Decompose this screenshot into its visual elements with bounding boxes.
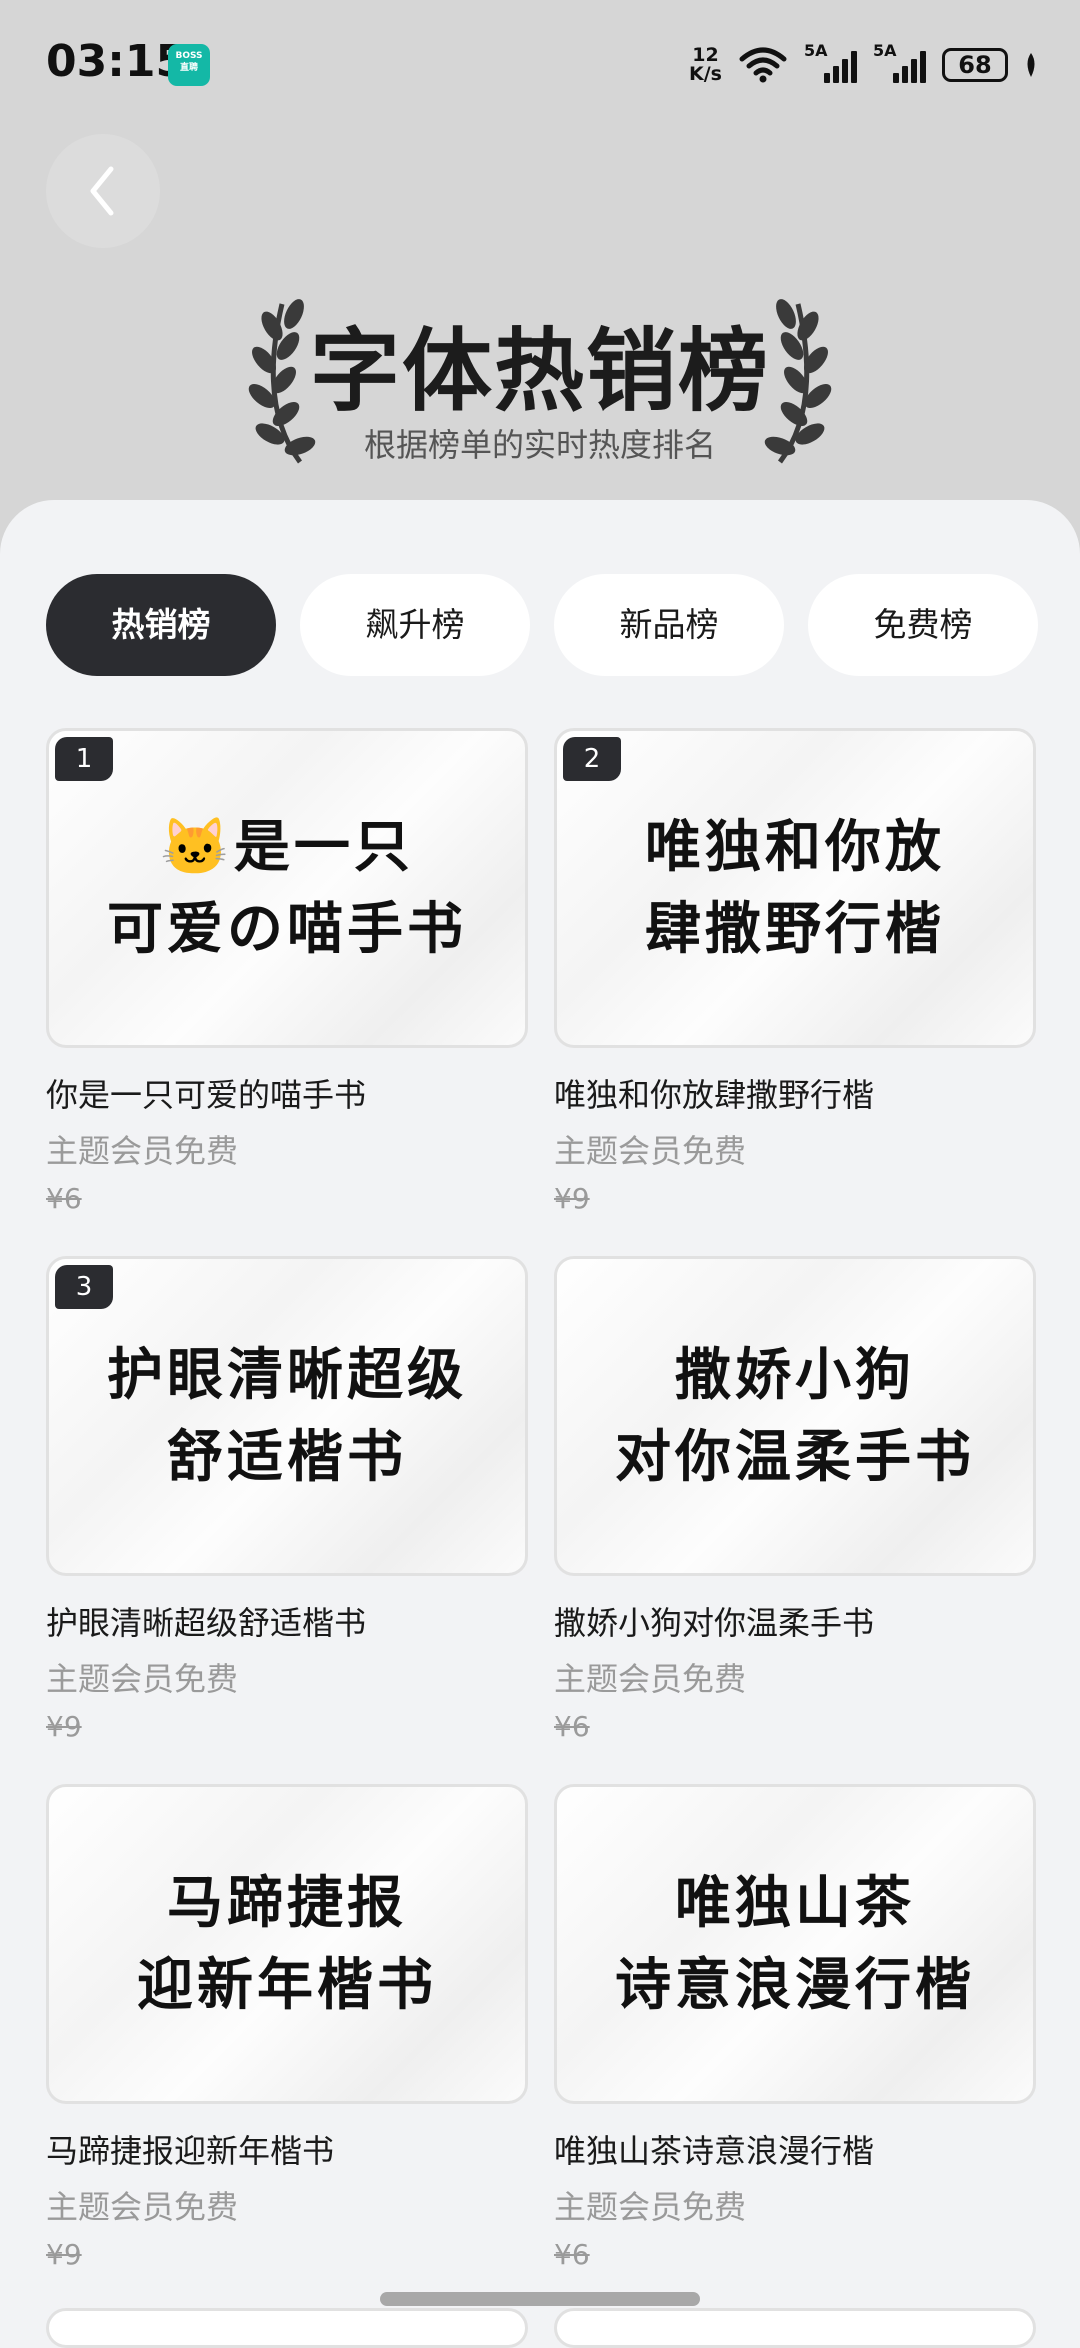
member-free-label: 主题会员免费 xyxy=(46,1660,239,1698)
font-title: 唯独山茶诗意浪漫行楷 xyxy=(554,2132,875,2170)
status-time: 03:15 xyxy=(46,36,187,87)
font-card[interactable]: 马蹄捷报 迎新年楷书 马蹄捷报迎新年楷书 主题会员免费 ¥9 xyxy=(46,1784,528,2312)
battery-icon: 68 xyxy=(942,48,1008,82)
font-preview-text: 马蹄捷报 迎新年楷书 xyxy=(137,1870,437,2018)
font-card[interactable]: 3 护眼清晰超级 舒适楷书 护眼清晰超级舒适楷书 主题会员免费 ¥9 xyxy=(46,1256,528,1784)
sim1-label: 5A xyxy=(804,41,828,60)
font-title: 你是一只可爱的喵手书 xyxy=(46,1076,367,1114)
member-free-label: 主题会员免费 xyxy=(554,2188,747,2226)
page-title: 字体热销榜 xyxy=(310,319,770,424)
tab-free[interactable]: 免费榜 xyxy=(808,574,1038,676)
font-card[interactable]: 2 唯独和你放 肆撒野行楷 唯独和你放肆撒野行楷 主题会员免费 ¥9 xyxy=(554,728,1036,1256)
font-preview-text: 唯独和你放 肆撒野行楷 xyxy=(645,814,945,962)
sim2-label: 5A xyxy=(873,41,897,60)
font-card-partial[interactable] xyxy=(554,2308,1036,2348)
network-speed-unit: K/s xyxy=(689,63,722,85)
font-card[interactable]: 唯独山茶 诗意浪漫行楷 唯独山茶诗意浪漫行楷 主题会员免费 ¥6 xyxy=(554,1784,1036,2312)
status-icons: 12 K/s 5A 5A 68 xyxy=(689,41,1038,88)
tab-hot-sales[interactable]: 热销榜 xyxy=(46,574,276,676)
font-preview-text: 护眼清晰超级 舒适楷书 xyxy=(107,1342,467,1490)
original-price: ¥9 xyxy=(46,2238,82,2271)
chevron-left-icon xyxy=(90,166,114,216)
original-price: ¥6 xyxy=(554,2238,590,2271)
member-free-label: 主题会员免费 xyxy=(46,1132,239,1170)
original-price: ¥9 xyxy=(46,1710,82,1743)
font-title: 护眼清晰超级舒适楷书 xyxy=(46,1604,367,1642)
rank-badge: 1 xyxy=(55,737,113,781)
signal-icon: 5A xyxy=(804,41,857,83)
font-title: 马蹄捷报迎新年楷书 xyxy=(46,2132,335,2170)
font-grid: 1 🐱是一只 可爱の喵手书 你是一只可爱的喵手书 主题会员免费 ¥6 2 唯独和… xyxy=(46,728,1036,2312)
font-card[interactable]: 撒娇小狗 对你温柔手书 撒娇小狗对你温柔手书 主题会员免费 ¥6 xyxy=(554,1256,1036,1784)
rank-badge: 2 xyxy=(563,737,621,781)
member-free-label: 主题会员免费 xyxy=(554,1660,747,1698)
font-card-partial[interactable] xyxy=(46,2308,528,2348)
tab-new[interactable]: 新品榜 xyxy=(554,574,784,676)
font-preview[interactable]: 3 护眼清晰超级 舒适楷书 xyxy=(46,1256,528,1576)
font-preview-text: 🐱是一只 可爱の喵手书 xyxy=(107,814,467,962)
tab-rising[interactable]: 飙升榜 xyxy=(300,574,530,676)
network-speed: 12 K/s xyxy=(689,46,722,84)
font-card[interactable]: 1 🐱是一只 可爱の喵手书 你是一只可爱的喵手书 主题会员免费 ¥6 xyxy=(46,728,528,1256)
ranking-tabs: 热销榜 飙升榜 新品榜 免费榜 xyxy=(46,574,1038,676)
status-bar: 03:15 BOSS 直聘 12 K/s 5A 5A 68 xyxy=(0,0,1080,130)
original-price: ¥9 xyxy=(554,1182,590,1215)
font-preview[interactable]: 撒娇小狗 对你温柔手书 xyxy=(554,1256,1036,1576)
back-button[interactable] xyxy=(46,134,160,248)
font-title: 唯独和你放肆撒野行楷 xyxy=(554,1076,875,1114)
font-title: 撒娇小狗对你温柔手书 xyxy=(554,1604,875,1642)
leaf-icon xyxy=(1027,53,1035,77)
font-preview[interactable]: 2 唯独和你放 肆撒野行楷 xyxy=(554,728,1036,1048)
boss-app-icon: BOSS 直聘 xyxy=(168,44,210,86)
signal-icon: 5A xyxy=(873,41,926,83)
original-price: ¥6 xyxy=(554,1710,590,1743)
original-price: ¥6 xyxy=(46,1182,82,1215)
member-free-label: 主题会员免费 xyxy=(554,1132,747,1170)
font-preview[interactable]: 唯独山茶 诗意浪漫行楷 xyxy=(554,1784,1036,2104)
home-indicator[interactable] xyxy=(380,2292,700,2306)
font-preview[interactable]: 1 🐱是一只 可爱の喵手书 xyxy=(46,728,528,1048)
wifi-icon xyxy=(739,47,787,83)
font-preview-text: 撒娇小狗 对你温柔手书 xyxy=(615,1342,975,1490)
font-preview[interactable]: 马蹄捷报 迎新年楷书 xyxy=(46,1784,528,2104)
page-subtitle: 根据榜单的实时热度排名 xyxy=(363,426,716,464)
font-preview-text: 唯独山茶 诗意浪漫行楷 xyxy=(615,1870,975,2018)
member-free-label: 主题会员免费 xyxy=(46,2188,239,2226)
rank-badge: 3 xyxy=(55,1265,113,1309)
